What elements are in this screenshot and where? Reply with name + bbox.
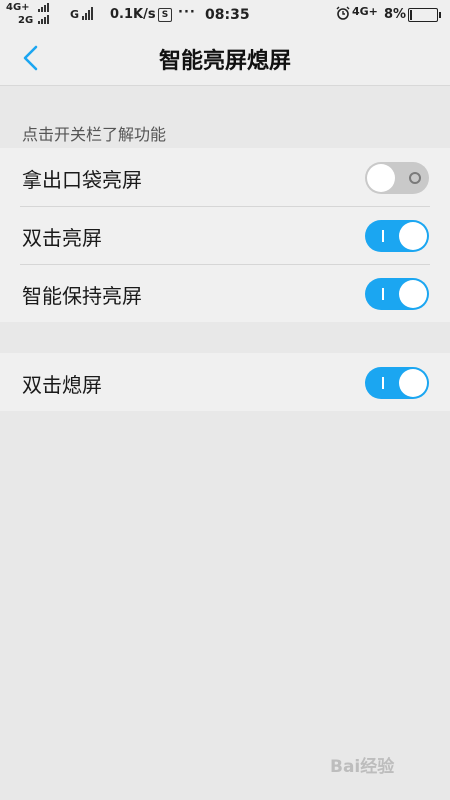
- sim-icon: S: [158, 8, 172, 22]
- battery-percentage: 8%: [384, 7, 407, 22]
- network-speed: 0.1K/s: [110, 7, 156, 22]
- toggle-off-mark-icon: [409, 172, 421, 184]
- network-indicator: 4G+ 2G: [6, 2, 66, 28]
- network-type-top: 4G+: [6, 2, 30, 13]
- network-type-g: G: [70, 8, 80, 21]
- toggle-on-mark-icon: [382, 377, 384, 389]
- setting-label: 双击亮屏: [22, 226, 102, 250]
- network-type-bottom: 2G: [18, 15, 34, 26]
- signal-bars-icon: [38, 15, 49, 24]
- setting-label: 双击熄屏: [22, 373, 102, 397]
- signal-bars-icon: [82, 7, 93, 20]
- network-type-right: 4G+: [352, 5, 378, 18]
- setting-row-double-tap-wake[interactable]: 双击亮屏: [0, 206, 450, 264]
- toggle-knob: [367, 164, 395, 192]
- signal-bars-icon: [38, 3, 49, 12]
- clock: 08:35: [205, 7, 250, 23]
- more-notifications-icon: ···: [178, 5, 196, 20]
- setting-row-smart-stay-awake[interactable]: 智能保持亮屏: [0, 264, 450, 322]
- toggle-switch[interactable]: [365, 278, 429, 310]
- toggle-switch[interactable]: [365, 162, 429, 194]
- toggle-knob: [399, 222, 427, 250]
- alarm-icon: [336, 6, 350, 20]
- setting-row-double-tap-sleep[interactable]: 双击熄屏: [0, 353, 450, 411]
- toggle-on-mark-icon: [382, 288, 384, 300]
- toggle-knob: [399, 280, 427, 308]
- watermark-logo: Bai经验: [330, 757, 395, 777]
- setting-label: 智能保持亮屏: [22, 284, 142, 308]
- setting-label: 拿出口袋亮屏: [22, 168, 142, 192]
- setting-row-pocket-wake[interactable]: 拿出口袋亮屏: [0, 148, 450, 206]
- battery-level: [410, 10, 412, 20]
- battery-icon: [408, 8, 441, 22]
- toggle-switch[interactable]: [365, 220, 429, 252]
- settings-group: 双击熄屏: [0, 353, 450, 411]
- toggle-knob: [399, 369, 427, 397]
- page-title: 智能亮屏熄屏: [158, 49, 291, 74]
- toggle-on-mark-icon: [382, 230, 384, 242]
- hint-text: 点击开关栏了解功能: [22, 125, 167, 144]
- title-bar: 智能亮屏熄屏: [0, 30, 450, 86]
- settings-group: 拿出口袋亮屏 双击亮屏 智能保持亮屏: [0, 148, 450, 322]
- toggle-switch[interactable]: [365, 367, 429, 399]
- status-bar: 4G+ 2G G 0.1K/s S ··· 08:35 4G+ 8%: [0, 0, 450, 30]
